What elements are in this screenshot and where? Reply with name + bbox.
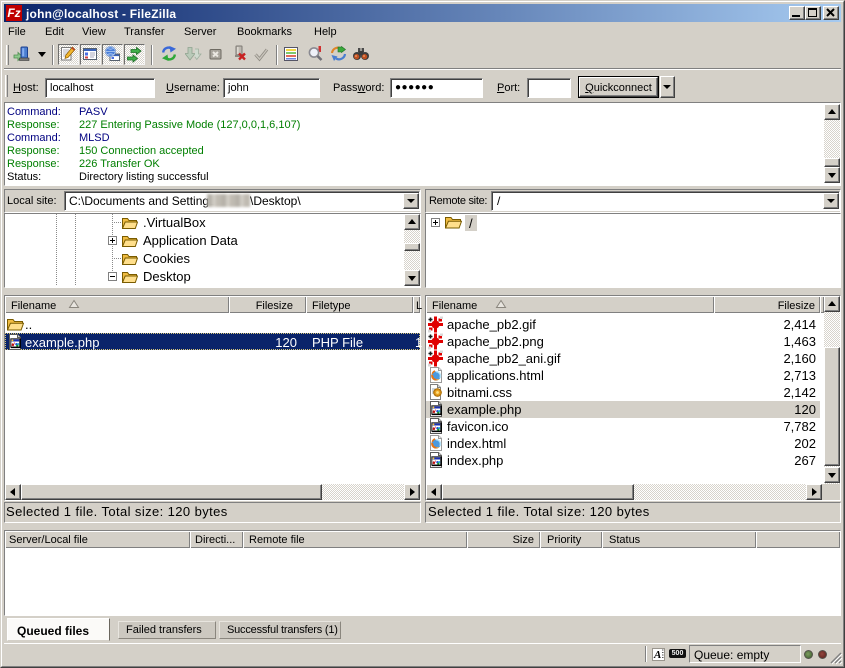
svg-text:A: A	[653, 649, 661, 661]
